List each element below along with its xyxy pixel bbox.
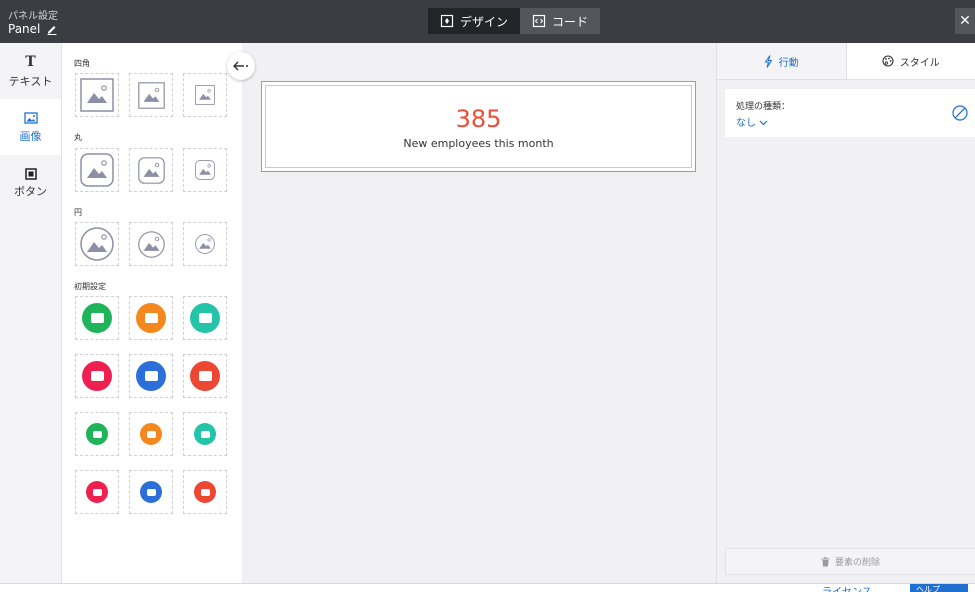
- image-template-circle-1[interactable]: [75, 222, 119, 266]
- section-label-square: 四角: [74, 59, 90, 68]
- rail-item-button[interactable]: ボタン: [0, 155, 61, 211]
- preset-image-3[interactable]: [183, 296, 227, 340]
- preset-image-6[interactable]: [183, 354, 227, 398]
- section-label-circle: 円: [74, 208, 82, 217]
- metric-value: 385: [455, 104, 502, 133]
- panel-settings-label: パネル設定: [8, 11, 58, 22]
- section-label-presets: 初期設定: [74, 282, 106, 291]
- rail-item-image[interactable]: 画像: [0, 99, 61, 155]
- action-type-value: なし: [736, 118, 756, 129]
- image-template-square-3[interactable]: [183, 73, 227, 117]
- no-action-icon[interactable]: [952, 105, 968, 121]
- preset-image-11[interactable]: [129, 470, 173, 514]
- image-template-circle-2[interactable]: [129, 222, 173, 266]
- mail-icon: [136, 303, 166, 333]
- tab-action-label: 行動: [778, 57, 799, 69]
- calendar-icon: [86, 423, 108, 445]
- metric-caption: New employees this month: [403, 136, 554, 150]
- image-placeholder-icon: [137, 156, 165, 184]
- action-type-dropdown[interactable]: なし: [736, 114, 768, 129]
- image-placeholder-icon: [195, 234, 215, 254]
- preset-image-10[interactable]: [75, 470, 119, 514]
- image-placeholder-icon: [195, 160, 215, 180]
- panel-name-text: Panel: [8, 22, 41, 36]
- preset-image-8[interactable]: [129, 412, 173, 456]
- image-placeholder-icon: [80, 227, 114, 261]
- mode-switch: デザイン コード: [428, 8, 601, 34]
- rail-item-text-label: テキスト: [8, 74, 53, 88]
- text-icon: T: [25, 53, 36, 70]
- pencil-icon[interactable]: [46, 23, 58, 35]
- license-link[interactable]: ライセンス: [822, 584, 872, 592]
- element-type-rail: T テキスト 画像 ボタン: [0, 43, 62, 583]
- panel-name[interactable]: Panel: [8, 22, 58, 36]
- image-placeholder-icon: [137, 81, 165, 109]
- user-icon: [86, 481, 108, 503]
- image-template-circle-3[interactable]: [183, 222, 227, 266]
- image-icon: [23, 111, 38, 124]
- section-label-rounded: 丸: [74, 133, 82, 142]
- lightning-icon: [764, 54, 773, 68]
- preset-image-7[interactable]: [75, 412, 119, 456]
- preset-image-9[interactable]: [183, 412, 227, 456]
- image-placeholder-icon: [80, 78, 114, 112]
- preset-image-1[interactable]: [75, 296, 119, 340]
- growth-icon: [82, 361, 112, 391]
- properties-panel: 行動 スタイル 処理の種類： なし 要素の削除: [716, 43, 975, 583]
- image-template-rounded-1[interactable]: [75, 148, 119, 192]
- close-button[interactable]: ✕: [955, 8, 975, 34]
- preset-image-2[interactable]: [129, 296, 173, 340]
- properties-tabs: 行動 スタイル: [717, 43, 975, 80]
- close-icon: ✕: [959, 13, 971, 29]
- image-template-square-1[interactable]: [75, 73, 119, 117]
- image-placeholder-icon: [80, 153, 114, 187]
- tab-code-label: コード: [552, 14, 589, 29]
- chart-icon: [140, 423, 162, 445]
- tab-action[interactable]: 行動: [717, 43, 847, 79]
- metric-card[interactable]: 385 New employees this month: [261, 81, 696, 172]
- image-template-rounded-3[interactable]: [183, 148, 227, 192]
- download-icon: [140, 481, 162, 503]
- rail-item-image-label: 画像: [19, 129, 42, 143]
- preset-image-5[interactable]: [129, 354, 173, 398]
- chevron-down-icon: [759, 120, 768, 126]
- action-type-box: 処理の種類： なし: [725, 89, 975, 137]
- image-template-rounded-2[interactable]: [129, 148, 173, 192]
- preset-image-12[interactable]: [183, 470, 227, 514]
- button-icon: [24, 167, 37, 180]
- delete-element-label: 要素の削除: [834, 558, 880, 568]
- metric-card-content: 385 New employees this month: [265, 85, 692, 168]
- tab-style[interactable]: スタイル: [847, 43, 975, 79]
- preset-image-4[interactable]: [75, 354, 119, 398]
- image-placeholder-icon: [195, 85, 215, 105]
- team-icon: [194, 423, 216, 445]
- tab-design[interactable]: デザイン: [428, 8, 521, 34]
- design-icon: [440, 14, 454, 28]
- palette-icon: [882, 55, 894, 67]
- dollar-icon: [194, 481, 216, 503]
- status-bar: ライセンス ヘルプ: [0, 583, 975, 592]
- image-template-square-2[interactable]: [129, 73, 173, 117]
- tab-style-label: スタイル: [899, 57, 940, 69]
- arrow-left-icon: [233, 61, 248, 71]
- action-type-label: 処理の種類：: [736, 102, 791, 112]
- code-icon: [532, 14, 546, 28]
- rail-item-button-label: ボタン: [14, 184, 47, 198]
- delete-element-button[interactable]: 要素の削除: [725, 548, 975, 575]
- ticket-icon: [82, 303, 112, 333]
- image-library: 四角 丸 円 初期設定: [62, 43, 242, 583]
- box-icon: [190, 303, 220, 333]
- rail-item-text[interactable]: T テキスト: [0, 43, 61, 99]
- help-button[interactable]: ヘルプ: [910, 584, 968, 592]
- top-bar: パネル設定 Panel デザイン コード ✕: [0, 0, 975, 43]
- tab-design-label: デザイン: [460, 14, 509, 29]
- image-placeholder-icon: [137, 230, 165, 258]
- tab-code[interactable]: コード: [520, 8, 601, 34]
- sunrise-icon: [136, 361, 166, 391]
- collapse-library-button[interactable]: [227, 52, 255, 80]
- monitor-icon: [190, 361, 220, 391]
- trash-icon: [821, 556, 830, 566]
